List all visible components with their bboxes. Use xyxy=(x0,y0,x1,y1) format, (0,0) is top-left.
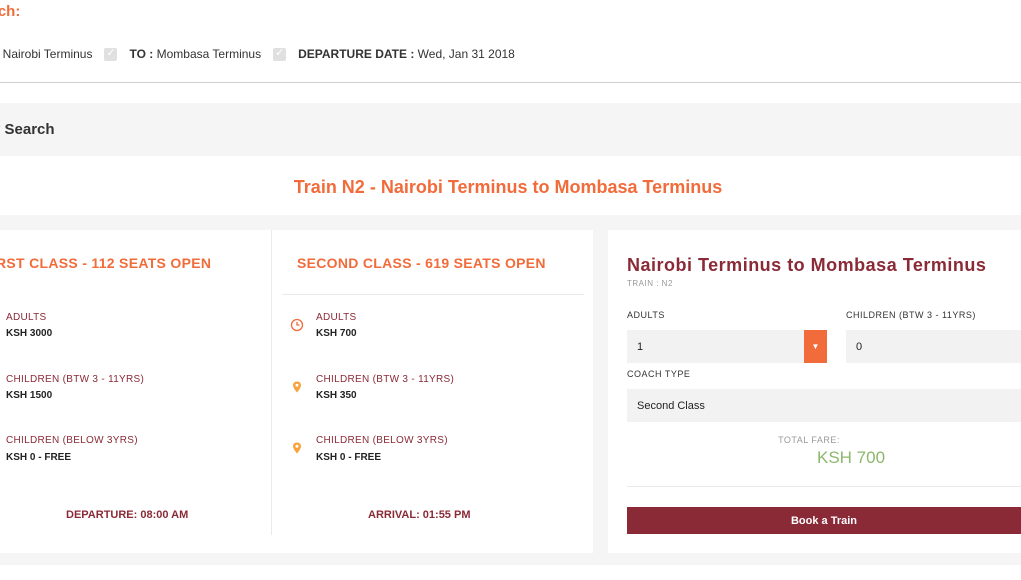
train-number: TRAIN : N2 xyxy=(627,279,673,288)
adults-select-value: 1 xyxy=(637,340,644,353)
second-adults-price: KSH 700 xyxy=(316,328,357,339)
first-children-price: KSH 1500 xyxy=(6,390,53,401)
second-class-heading[interactable]: SECOND CLASS - 619 SEATS OPEN xyxy=(297,255,546,271)
children-select-value: 0 xyxy=(856,340,863,353)
coach-type-select[interactable]: Second Class xyxy=(627,389,1021,422)
adults-field-label: ADULTS xyxy=(627,310,665,320)
coach-type-label: COACH TYPE xyxy=(627,369,691,379)
book-train-button[interactable]: Book a Train xyxy=(627,507,1021,534)
to-check-icon xyxy=(273,46,287,61)
date-value: Wed, Jan 31 2018 xyxy=(414,47,515,61)
second-class-divider xyxy=(282,294,584,295)
from-value: : Nairobi Terminus xyxy=(0,47,93,61)
first-infants-price: KSH 0 - FREE xyxy=(6,452,72,463)
first-infants-label: CHILDREN (BELOW 3YRS) xyxy=(6,435,138,446)
to-value: Mombasa Terminus xyxy=(153,47,262,61)
coach-type-value: Second Class xyxy=(637,399,705,412)
arrival-time: ARRIVAL: 01:55 PM xyxy=(368,509,471,521)
date-label: DEPARTURE DATE : xyxy=(298,47,415,61)
search-summary: : Nairobi Terminus TO : Mombasa Terminus… xyxy=(0,46,515,62)
second-infants-price: KSH 0 - FREE xyxy=(316,452,382,463)
departure-time: DEPARTURE: 08:00 AM xyxy=(66,509,189,521)
location-pin-icon xyxy=(293,442,301,454)
fare-divider xyxy=(627,486,1021,487)
first-children-label: CHILDREN (BTW 3 - 11YRS) xyxy=(6,374,145,385)
divider xyxy=(0,82,1021,83)
train-title: Train N2 - Nairobi Terminus to Mombasa T… xyxy=(293,177,723,197)
children-field-label: CHILDREN (BTW 3 - 11YRS) xyxy=(846,310,976,320)
second-children-price: KSH 350 xyxy=(316,390,357,401)
total-fare-value: KSH 700 xyxy=(817,448,886,467)
adults-select[interactable]: 1 xyxy=(627,330,804,363)
column-divider xyxy=(271,230,272,535)
first-adults-price: KSH 3000 xyxy=(6,328,53,339)
children-select[interactable]: 0 xyxy=(846,330,1021,363)
chevron-down-icon[interactable]: ▼ xyxy=(804,330,827,363)
second-children-label: CHILDREN (BTW 3 - 11YRS) xyxy=(316,374,455,385)
location-pin-icon xyxy=(293,381,301,393)
booking-route: Nairobi Terminus to Mombasa Terminus xyxy=(627,255,987,275)
second-adults-label: ADULTS xyxy=(316,312,357,323)
clock-icon xyxy=(290,318,304,332)
first-adults-label: ADULTS xyxy=(6,312,47,323)
second-infants-label: CHILDREN (BELOW 3YRS) xyxy=(316,435,448,446)
first-class-heading[interactable]: RST CLASS - 112 SEATS OPEN xyxy=(0,255,211,271)
modify-search-bar[interactable] xyxy=(0,103,1021,156)
search-heading: rch: xyxy=(0,3,21,20)
from-check-icon xyxy=(104,46,118,61)
modify-search-link[interactable]: y Search xyxy=(0,121,55,138)
to-label: TO : xyxy=(129,47,154,61)
total-fare-label: TOTAL FARE: xyxy=(778,435,840,445)
